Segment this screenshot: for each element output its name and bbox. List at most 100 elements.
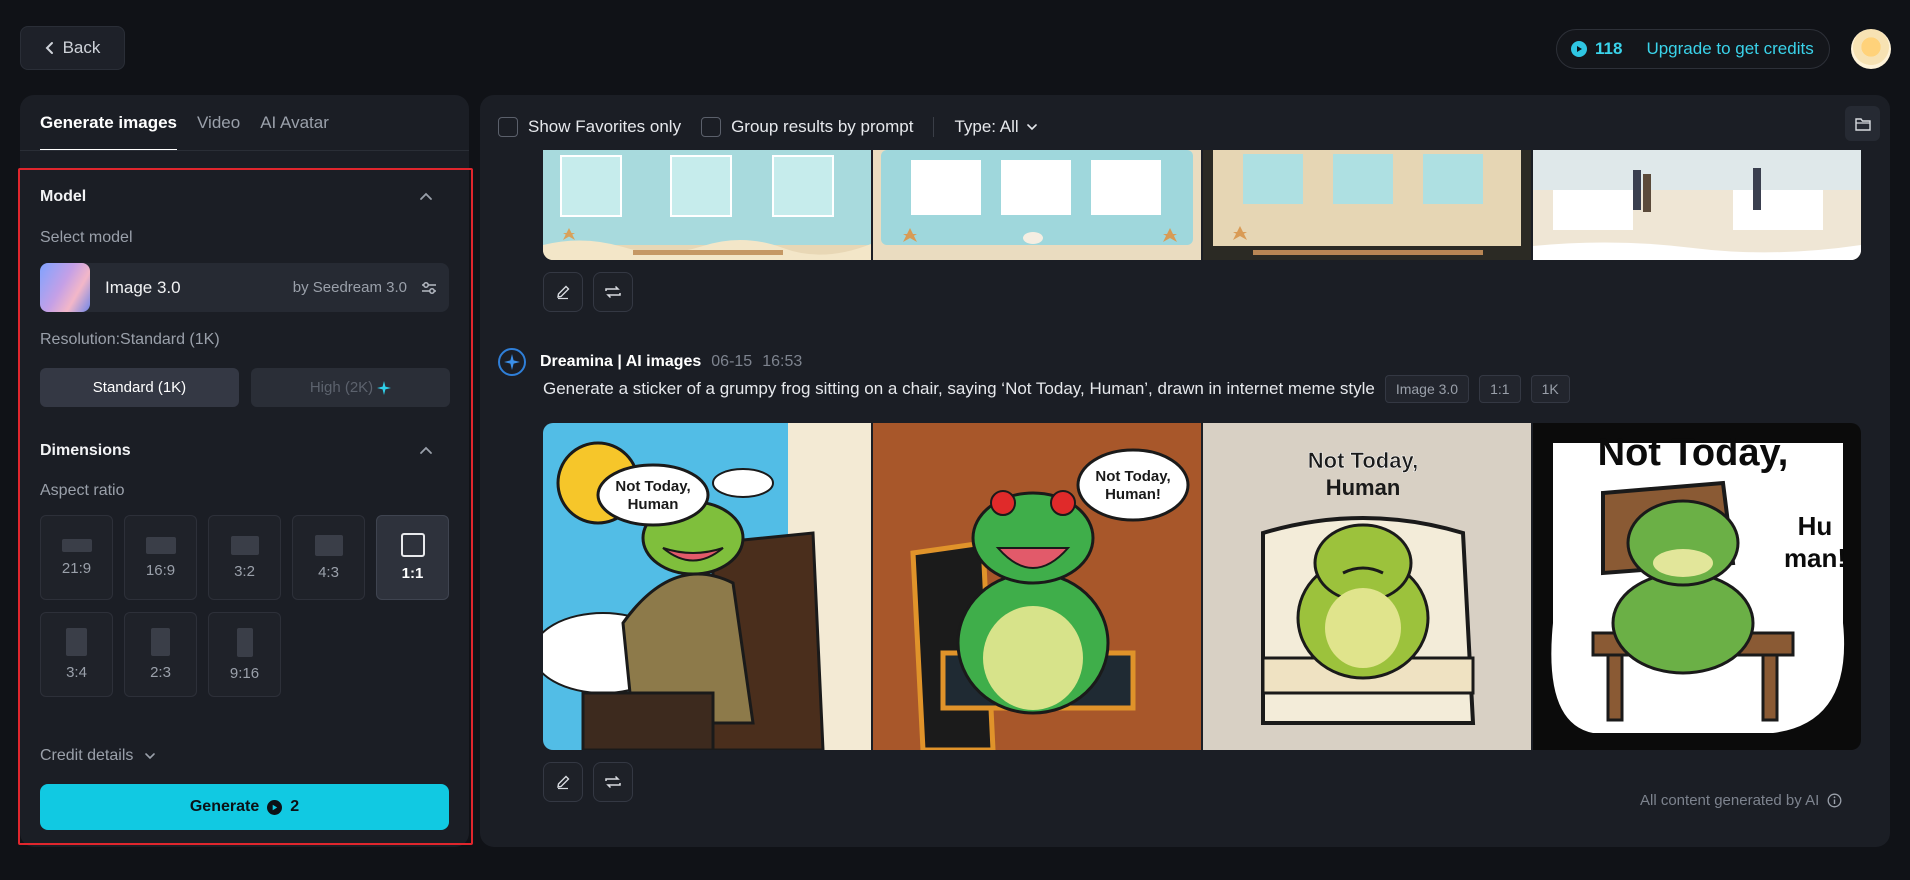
- aspect-shape: [236, 627, 253, 657]
- aspect-label: 9:16: [229, 664, 260, 682]
- pencil-icon: [555, 774, 571, 790]
- aspect-label: 2:3: [150, 664, 171, 681]
- mode-tabs: Generate images Video AI Avatar: [40, 113, 329, 151]
- tab-generate-images[interactable]: Generate images: [40, 113, 178, 151]
- folder-icon: [1854, 117, 1871, 131]
- model-thumbnail: [40, 263, 90, 312]
- resolution-standard-button[interactable]: Standard (1K): [40, 368, 239, 407]
- group-label: Group results by prompt: [731, 117, 914, 136]
- credit-coin-icon: [267, 799, 283, 815]
- ai-disclaimer: All content generated by AI: [1640, 792, 1842, 809]
- aspect-label: 1:1: [401, 565, 424, 582]
- credits-pill: 118 Upgrade to get credits: [1556, 29, 1830, 69]
- select-model-label: Select model: [40, 229, 133, 246]
- type-filter-label: Type: All: [954, 117, 1019, 136]
- aspect-label: 21:9: [61, 559, 92, 577]
- result-image[interactable]: Not Today, Hu man!: [1533, 423, 1861, 750]
- credits-count: 118: [1595, 39, 1623, 58]
- tab-ai-avatar[interactable]: AI Avatar: [260, 113, 329, 151]
- resolution-high-label: High (2K): [309, 379, 374, 396]
- generation-source: Dreamina | AI images: [540, 353, 702, 370]
- generate-button[interactable]: Generate 2: [40, 784, 449, 830]
- sticker-text: man!: [1784, 543, 1846, 573]
- sticker-text: Human: [1326, 475, 1401, 500]
- result-image[interactable]: [873, 150, 1201, 260]
- result-image[interactable]: [1533, 150, 1861, 260]
- aspect-option-21-9[interactable]: 21:9: [40, 515, 113, 600]
- folder-button[interactable]: [1845, 106, 1880, 141]
- result-image[interactable]: [1203, 150, 1531, 260]
- aspect-option-4-3[interactable]: 4:3: [292, 515, 365, 600]
- generation-header: Dreamina | AI images 06-15 16:53: [498, 348, 802, 376]
- back-label: Back: [62, 38, 101, 57]
- chevron-up-icon[interactable]: [418, 189, 434, 205]
- credit-details-toggle[interactable]: Credit details: [40, 747, 157, 765]
- generate-label: Generate: [189, 798, 260, 815]
- tab-video[interactable]: Video: [197, 113, 240, 151]
- chevron-down-icon: [143, 749, 157, 763]
- model-provider: by Seedream 3.0: [292, 279, 407, 296]
- aspect-label: 4:3: [318, 563, 339, 581]
- aspect-option-1-1[interactable]: 1:1: [376, 515, 449, 600]
- resolution-label: Resolution:Standard (1K): [40, 331, 220, 348]
- result-image[interactable]: Not Today, Human!: [873, 423, 1201, 750]
- sliders-icon[interactable]: [419, 278, 439, 298]
- aspect-shape: [314, 534, 343, 556]
- regenerate-button[interactable]: [593, 762, 633, 802]
- generation-date: 06-15: [711, 353, 753, 370]
- edit-button[interactable]: [543, 762, 583, 802]
- aspect-label: 3:4: [66, 664, 87, 681]
- repeat-icon: [604, 774, 622, 790]
- aspect-option-16-9[interactable]: 16:9: [124, 515, 197, 600]
- aspect-shape: [151, 628, 170, 656]
- prompt-text[interactable]: Generate a sticker of a grumpy frog sitt…: [543, 379, 1375, 399]
- tabs-divider: [20, 150, 469, 151]
- ai-disclaimer-text: All content generated by AI: [1640, 792, 1820, 809]
- aspect-label: 16:9: [145, 561, 176, 579]
- ratio-tag: 1:1: [1479, 375, 1521, 403]
- dimensions-section-title: Dimensions: [40, 442, 131, 459]
- results-panel: Show Favorites only Group results by pro…: [480, 95, 1890, 847]
- resolution-tag: 1K: [1530, 375, 1570, 403]
- aspect-shape: [61, 538, 92, 552]
- chevron-left-icon: [45, 41, 55, 55]
- speech-bubble-text: Human!: [1105, 486, 1161, 503]
- prompt-line: Generate a sticker of a grumpy frog sitt…: [543, 375, 1570, 403]
- credit-coin-icon: [1571, 41, 1587, 57]
- type-filter[interactable]: Type: All: [954, 117, 1038, 137]
- aspect-option-3-4[interactable]: 3:4: [40, 612, 113, 697]
- credit-details-label: Credit details: [40, 747, 134, 764]
- model-name: Image 3.0: [105, 277, 181, 297]
- group-checkbox[interactable]: [701, 117, 722, 137]
- edit-button[interactable]: [543, 272, 583, 312]
- aspect-option-3-2[interactable]: 3:2: [208, 515, 281, 600]
- aspect-option-9-16[interactable]: 9:16: [208, 612, 281, 697]
- aspect-shape: [230, 535, 259, 555]
- resolution-high-button[interactable]: High (2K): [251, 368, 450, 407]
- chevron-up-icon[interactable]: [418, 443, 434, 459]
- speech-bubble-text: Human: [628, 496, 679, 513]
- filter-bar: Show Favorites only Group results by pro…: [498, 112, 1039, 142]
- sticker-text: Not Today,: [1598, 432, 1789, 474]
- aspect-option-2-3[interactable]: 2:3: [124, 612, 197, 697]
- aspect-ratio-label: Aspect ratio: [40, 482, 125, 499]
- result-image[interactable]: [543, 150, 871, 260]
- upgrade-link[interactable]: Upgrade to get credits: [1646, 39, 1813, 59]
- back-button[interactable]: Back: [20, 26, 125, 70]
- filter-divider: [933, 117, 935, 137]
- aspect-shape: [66, 628, 87, 656]
- previous-results-row: [543, 150, 1861, 260]
- frog-results-row: Not Today, Human Not Today, Human! Not T…: [543, 423, 1861, 750]
- regenerate-button[interactable]: [593, 272, 633, 312]
- info-icon[interactable]: [1827, 793, 1842, 808]
- aspect-shape: [145, 536, 176, 554]
- favorites-checkbox[interactable]: [498, 117, 518, 137]
- left-panel: Generate images Video AI Avatar: [20, 95, 469, 847]
- result-image[interactable]: Not Today, Human: [543, 423, 871, 750]
- favorites-label: Show Favorites only: [528, 117, 682, 136]
- model-selector[interactable]: Image 3.0 by Seedream 3.0: [40, 263, 449, 312]
- result-image[interactable]: Not Today, Human: [1203, 423, 1531, 750]
- avatar[interactable]: [1851, 29, 1891, 69]
- sticker-text: Not Today,: [1308, 448, 1418, 473]
- model-section-title: Model: [40, 188, 87, 205]
